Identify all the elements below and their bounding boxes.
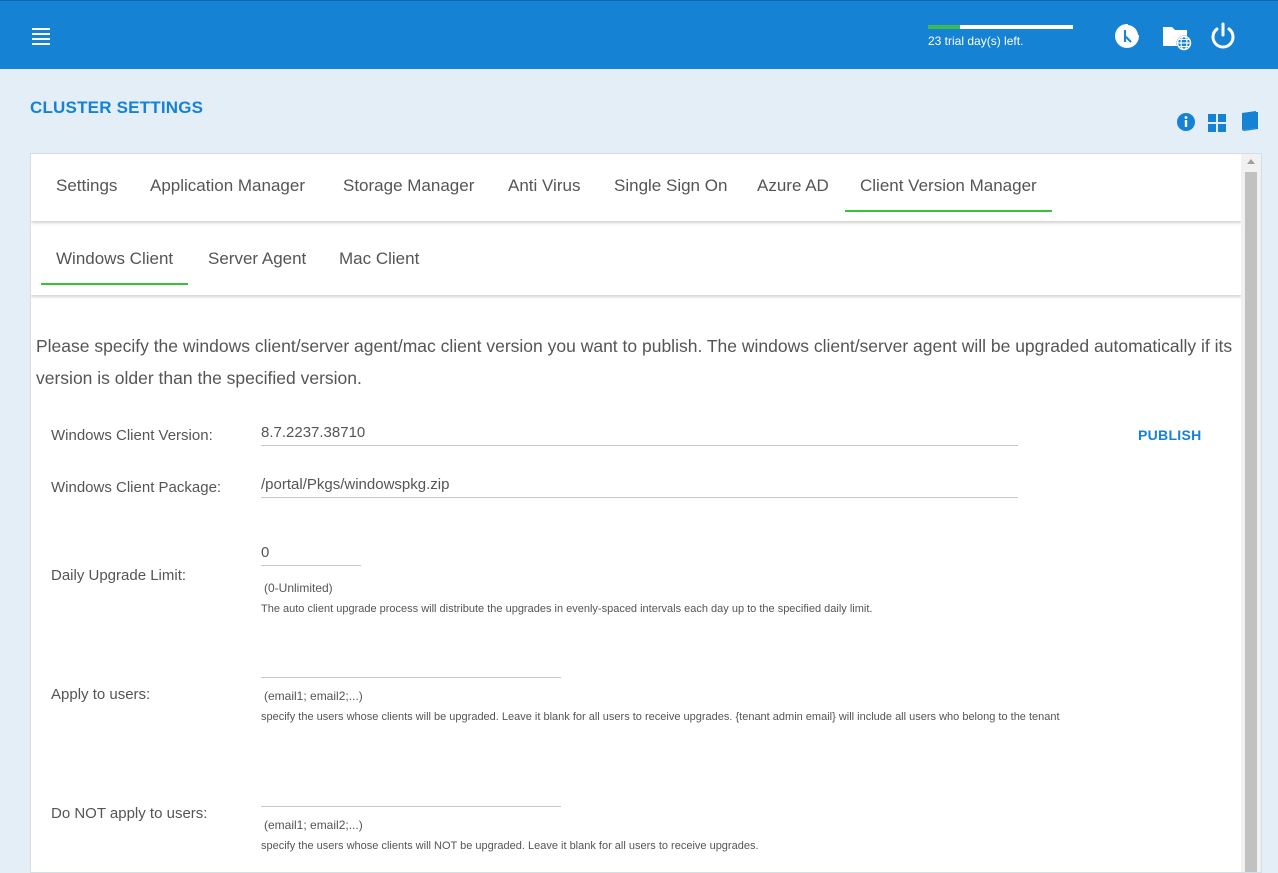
apply-users-input[interactable] bbox=[261, 652, 561, 678]
tab-client-version-manager[interactable]: Client Version Manager bbox=[845, 154, 1052, 212]
trial-indicator: 23 trial day(s) left. bbox=[928, 25, 1073, 48]
hamburger-menu-icon[interactable] bbox=[32, 28, 50, 45]
book-icon[interactable] bbox=[1239, 110, 1261, 134]
version-input[interactable] bbox=[261, 420, 1018, 446]
daily-limit-input[interactable] bbox=[261, 540, 361, 566]
tab-single-sign-on[interactable]: Single Sign On bbox=[614, 154, 727, 212]
exclude-users-label: Do NOT apply to users: bbox=[51, 805, 208, 822]
subtab-mac-client[interactable]: Mac Client bbox=[339, 227, 419, 285]
exclude-users-hint: (email1; email2;...) bbox=[264, 818, 363, 832]
scroll-thumb[interactable] bbox=[1245, 172, 1257, 872]
trial-text: 23 trial day(s) left. bbox=[928, 34, 1024, 48]
apply-users-label: Apply to users: bbox=[51, 686, 151, 703]
apply-users-hint: (email1; email2;...) bbox=[264, 689, 363, 703]
info-icon[interactable] bbox=[1176, 110, 1198, 134]
package-input[interactable] bbox=[261, 472, 1018, 498]
daily-limit-note: The auto client upgrade process will dis… bbox=[261, 603, 873, 615]
daily-limit-label: Daily Upgrade Limit: bbox=[51, 567, 187, 584]
trial-progress-bar bbox=[928, 25, 1073, 29]
package-label: Windows Client Package: bbox=[51, 479, 222, 496]
publish-button[interactable]: PUBLISH bbox=[1138, 427, 1202, 443]
version-label: Windows Client Version: bbox=[51, 427, 213, 444]
apply-users-note: specify the users whose clients will be … bbox=[261, 711, 1060, 723]
tab-azure-ad[interactable]: Azure AD bbox=[757, 154, 829, 212]
cloud-folder-icon[interactable] bbox=[1160, 21, 1192, 51]
vertical-scrollbar[interactable] bbox=[1241, 154, 1261, 872]
exclude-users-note: specify the users whose clients will NOT… bbox=[261, 840, 759, 852]
tab-settings[interactable]: Settings bbox=[56, 154, 117, 212]
page-title: CLUSTER SETTINGS bbox=[30, 98, 204, 117]
top-bar: 23 trial day(s) left. bbox=[0, 0, 1278, 69]
tab-application-manager[interactable]: Application Manager bbox=[150, 154, 305, 212]
sub-tabs: Windows Client Server Agent Mac Client bbox=[31, 227, 1242, 295]
trial-progress-fill bbox=[928, 25, 960, 29]
subtab-server-agent[interactable]: Server Agent bbox=[208, 227, 306, 285]
power-icon[interactable] bbox=[1208, 21, 1238, 51]
daily-limit-hint: (0-Unlimited) bbox=[264, 581, 333, 595]
tab-storage-manager[interactable]: Storage Manager bbox=[343, 154, 474, 212]
subtab-windows-client[interactable]: Windows Client bbox=[41, 227, 189, 285]
settings-panel: Settings Application Manager Storage Man… bbox=[30, 153, 1262, 873]
main-tabs: Settings Application Manager Storage Man… bbox=[31, 154, 1242, 221]
dashboard-pie-icon[interactable] bbox=[1112, 21, 1142, 51]
scroll-up-arrow-icon[interactable] bbox=[1247, 159, 1255, 164]
tab-anti-virus[interactable]: Anti Virus bbox=[508, 154, 580, 212]
description-text: Please specify the windows client/server… bbox=[36, 336, 1233, 388]
exclude-users-input[interactable] bbox=[261, 781, 561, 807]
grid-icon[interactable] bbox=[1207, 110, 1229, 134]
